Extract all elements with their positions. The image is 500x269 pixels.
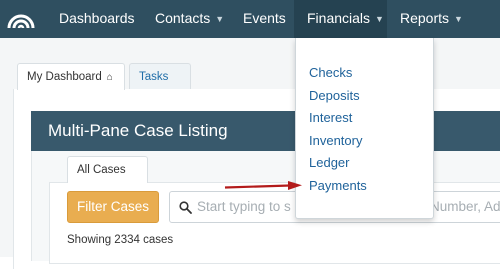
nav-reports[interactable]: Reports ▼ [388, 0, 468, 38]
tab-my-dashboard-label: My Dashboard [27, 71, 102, 83]
caret-down-icon: ▼ [375, 14, 384, 24]
annotation-arrow-icon [224, 181, 302, 190]
search-placeholder-tail: Number, Ad [430, 199, 500, 214]
tab-all-cases[interactable]: All Cases [67, 156, 148, 183]
panel-title: Multi-Pane Case Listing [48, 121, 228, 140]
nav-events[interactable]: Events [231, 0, 294, 38]
home-icon: ⌂ [106, 72, 113, 83]
menu-item-checks[interactable]: Checks [309, 65, 352, 80]
menu-item-inventory[interactable]: Inventory [309, 133, 362, 148]
filter-cases-button[interactable]: Filter Cases [67, 191, 159, 223]
search-icon [179, 201, 192, 214]
top-navbar: Dashboards Contacts ▼ Events Financials ▼ … [0, 0, 500, 38]
tab-tasks-label: Tasks [139, 71, 169, 83]
caret-down-icon: ▼ [215, 14, 225, 24]
nav-events-label: Events [243, 10, 286, 26]
menu-item-interest[interactable]: Interest [309, 110, 352, 125]
caret-down-icon: ▼ [454, 14, 463, 24]
tab-tasks[interactable]: Tasks✖ [129, 63, 191, 109]
menu-item-ledger[interactable]: Ledger [309, 155, 349, 170]
tab-my-dashboard[interactable]: My Dashboard ⌂ [17, 63, 125, 90]
nav-financials[interactable]: Financials ▼ [294, 0, 387, 38]
case-count: Showing 2334 cases [67, 234, 174, 246]
nav-financials-label: Financials [307, 10, 371, 26]
menu-item-payments[interactable]: Payments [309, 178, 367, 193]
nav-contacts-label: Contacts [155, 10, 211, 26]
nav-dashboards-label: Dashboards [59, 10, 135, 26]
financials-dropdown-menu: Checks Deposits Interest Inventory Ledge… [295, 38, 434, 219]
search-placeholder: Start typing to s [197, 199, 291, 214]
nav-dashboards[interactable]: Dashboards [47, 0, 143, 38]
nav-contacts[interactable]: Contacts ▼ [143, 0, 231, 38]
rainbow-arc-icon[interactable] [6, 8, 36, 30]
nav-reports-label: Reports [400, 10, 450, 26]
menu-item-deposits[interactable]: Deposits [309, 88, 360, 103]
